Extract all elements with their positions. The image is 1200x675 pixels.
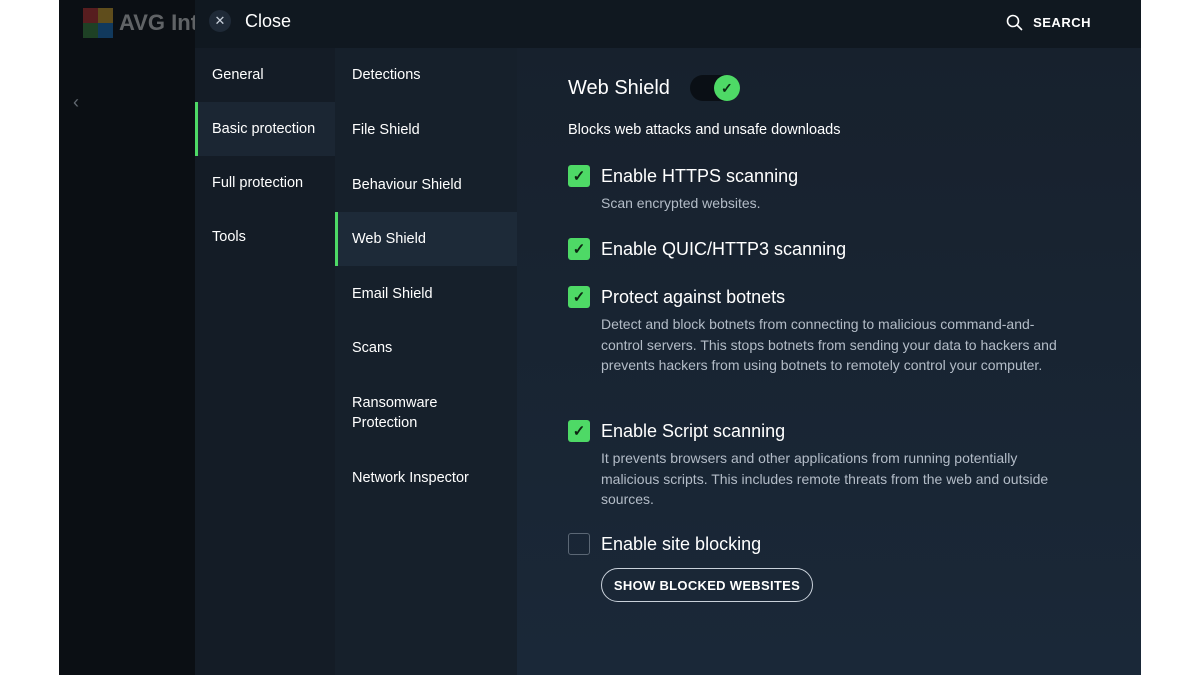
option-label: Enable site blocking — [601, 533, 762, 554]
script-scanning-checkbox[interactable]: ✓ — [568, 420, 590, 442]
close-icon: ✕ — [209, 10, 231, 32]
chevron-left-icon[interactable]: ‹ — [73, 92, 79, 113]
subnav-item-network-inspector[interactable]: Network Inspector — [335, 451, 517, 505]
search-icon — [1006, 14, 1023, 31]
close-button[interactable]: ✕ Close — [209, 10, 291, 32]
subnav-item-label: Behaviour Shield — [352, 176, 462, 193]
option-botnets: ✓ Protect against botnets Detect and blo… — [568, 286, 1071, 376]
option-quic-scanning: ✓ Enable QUIC/HTTP3 scanning — [568, 238, 846, 260]
subnav-item-label: Web Shield — [352, 231, 426, 247]
app-window: AVG Int ‹ ✕ Close SEARCH General Basic p… — [59, 0, 1141, 675]
show-blocked-websites-button[interactable]: SHOW BLOCKED WEBSITES — [601, 568, 813, 602]
nav-item-label: Tools — [212, 229, 246, 245]
checkmark-icon: ✓ — [572, 241, 586, 258]
nav-item-label: General — [212, 67, 264, 83]
option-label: Protect against botnets — [601, 286, 786, 307]
subnav-item-label: Network Inspector — [352, 470, 469, 486]
web-shield-settings: Web Shield ✓ Blocks web attacks and unsa… — [517, 48, 1141, 675]
site-blocking-checkbox[interactable] — [568, 533, 590, 555]
avg-logo-mark-icon — [83, 8, 113, 38]
subnav-item-email-shield[interactable]: Email Shield — [335, 266, 517, 321]
app-name: AVG Int — [119, 10, 199, 35]
nav-item-tools[interactable]: Tools — [195, 210, 335, 264]
page-title: Web Shield — [568, 76, 670, 99]
close-label: Close — [245, 10, 292, 31]
web-shield-toggle[interactable]: ✓ — [689, 75, 740, 101]
quic-scanning-checkbox[interactable]: ✓ — [568, 238, 590, 260]
subnav-item-label: File Shield — [352, 121, 420, 138]
subnav-item-web-shield[interactable]: Web Shield — [335, 212, 517, 266]
option-label: Enable HTTPS scanning — [601, 165, 799, 186]
subnav-item-label: Email Shield — [352, 285, 433, 302]
shield-description: Blocks web attacks and unsafe downloads — [568, 122, 841, 138]
option-label: Enable QUIC/HTTP3 scanning — [601, 238, 847, 259]
avg-logo: AVG Int — [83, 8, 198, 38]
subnav-item-label: Detections — [352, 67, 421, 83]
option-site-blocking: Enable site blocking — [568, 533, 761, 555]
checkmark-icon: ✓ — [572, 289, 586, 306]
settings-header: ✕ Close SEARCH — [195, 0, 1141, 48]
checkmark-icon: ✓ — [713, 75, 740, 101]
option-script-scanning: ✓ Enable Script scanning It prevents bro… — [568, 420, 1071, 510]
subnav-item-behaviour-shield[interactable]: Behaviour Shield — [335, 157, 517, 212]
checkmark-icon: ✓ — [572, 168, 586, 185]
subcategory-nav: Detections File Shield Behaviour Shield … — [335, 48, 517, 675]
nav-item-general[interactable]: General — [195, 48, 335, 102]
option-description: Detect and block botnets from connecting… — [601, 316, 1057, 373]
option-description: It prevents browsers and other applicati… — [601, 450, 1049, 507]
option-description: Scan encrypted websites. — [601, 195, 761, 211]
shield-header: Web Shield ✓ — [568, 75, 740, 101]
checkmark-icon: ✓ — [572, 423, 586, 440]
option-label: Enable Script scanning — [601, 420, 786, 441]
nav-item-label: Full protection — [212, 175, 304, 191]
botnets-checkbox[interactable]: ✓ — [568, 286, 590, 308]
subnav-item-scans[interactable]: Scans — [335, 321, 517, 375]
background-app-strip: AVG Int ‹ — [59, 0, 198, 675]
nav-item-full-protection[interactable]: Full protection — [195, 156, 335, 210]
https-scanning-checkbox[interactable]: ✓ — [568, 165, 590, 187]
subnav-item-label: Scans — [352, 340, 393, 356]
subnav-item-file-shield[interactable]: File Shield — [335, 102, 517, 157]
category-nav: General Basic protection Full protection… — [195, 48, 335, 675]
search-label: SEARCH — [1033, 15, 1091, 30]
subnav-item-label: Ransomware Protection — [352, 395, 438, 431]
search-button[interactable]: SEARCH — [1006, 14, 1091, 31]
subnav-item-ransomware-protection[interactable]: Ransomware Protection — [335, 375, 517, 451]
nav-item-label: Basic protection — [212, 121, 316, 137]
option-https-scanning: ✓ Enable HTTPS scanning Scan encrypted w… — [568, 165, 1071, 214]
nav-item-basic-protection[interactable]: Basic protection — [195, 102, 335, 156]
subnav-item-detections[interactable]: Detections — [335, 48, 517, 102]
settings-panel: ✕ Close SEARCH General Basic protection … — [195, 0, 1141, 675]
